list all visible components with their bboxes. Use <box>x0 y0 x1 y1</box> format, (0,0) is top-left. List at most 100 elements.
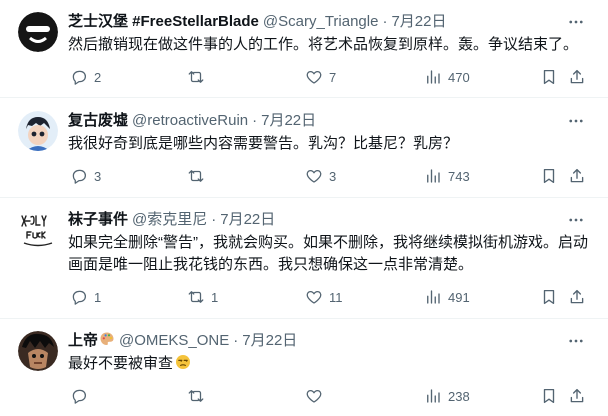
like-count: 3 <box>329 168 337 184</box>
views-icon <box>427 389 440 403</box>
like-button[interactable] <box>305 385 329 407</box>
bookmark-button[interactable] <box>540 66 558 88</box>
author-name[interactable]: 上帝 <box>68 331 115 351</box>
retweet-icon <box>188 71 204 83</box>
retweet-button[interactable] <box>187 165 211 187</box>
like-button[interactable]: 3 <box>305 165 336 187</box>
tweet[interactable]: 上帝 @OMEKS_ONE · 7月22日 最好不要被审查 238 <box>0 319 608 416</box>
tweet-text: 最好不要被审查 <box>68 355 174 372</box>
author-handle[interactable]: @Scary_Triangle <box>263 12 379 32</box>
avatar[interactable] <box>18 210 58 250</box>
retweet-icon <box>188 291 204 303</box>
tweet-actions: 2 7 470 <box>62 66 596 88</box>
share-icon <box>570 289 584 304</box>
like-button[interactable]: 7 <box>305 66 336 88</box>
tweet-date[interactable]: 7月22日 <box>220 210 275 230</box>
reply-count: 3 <box>94 168 102 184</box>
more-icon[interactable] <box>566 210 586 230</box>
bookmark-button[interactable] <box>540 286 558 308</box>
tweet-actions: 3 3 743 <box>62 165 596 187</box>
tweet-date[interactable]: 7月22日 <box>261 111 316 131</box>
more-icon[interactable] <box>566 12 586 32</box>
tweet[interactable]: 袜子事件 @索克里尼 · 7月22日 如果完全删除“警告”，我就会购买。如果不删… <box>0 198 608 318</box>
retweet-button[interactable] <box>187 385 211 407</box>
avatar-image <box>18 210 58 250</box>
bookmark-button[interactable] <box>540 385 558 407</box>
avatar-image <box>18 12 58 52</box>
reply-button[interactable]: 3 <box>70 165 101 187</box>
tweet-header: 芝士汉堡 #FreeStellarBlade @Scary_Triangle ·… <box>68 12 446 32</box>
views-count: 238 <box>448 388 470 404</box>
separator-dot: · <box>382 13 388 30</box>
reply-button[interactable]: 1 <box>70 286 101 308</box>
reply-icon <box>72 70 87 85</box>
separator-dot: · <box>211 211 217 228</box>
tweet-text-container: 最好不要被审查 <box>68 353 588 375</box>
bookmark-icon <box>543 168 555 184</box>
views-count: 491 <box>448 289 470 305</box>
tweet-date[interactable]: 7月22日 <box>391 12 446 32</box>
reply-button[interactable] <box>70 385 94 407</box>
tweet-header: 袜子事件 @索克里尼 · 7月22日 <box>68 210 275 230</box>
share-button[interactable] <box>568 165 586 187</box>
retweet-button[interactable] <box>187 66 211 88</box>
share-button[interactable] <box>568 66 586 88</box>
tweet-text: 然后撤销现在做这件事的人的工作。将艺术品恢复到原样。轰。争议结束了。 <box>68 36 579 53</box>
author-handle[interactable]: @索克里尼 <box>132 210 207 230</box>
tweet-text: 如果完全删除“警告”，我就会购买。如果不删除，我将继续模拟街机游戏。启动画面是唯… <box>68 234 588 273</box>
avatar[interactable] <box>18 331 58 371</box>
reply-button[interactable]: 2 <box>70 66 101 88</box>
more-icon[interactable] <box>566 111 586 131</box>
views-button[interactable]: 470 <box>424 66 470 88</box>
views-count: 470 <box>448 69 470 85</box>
avatar-image <box>18 111 58 151</box>
tweet[interactable]: 复古废墟 @retroactiveRuin · 7月22日 我很好奇到底是哪些内… <box>0 98 608 197</box>
reply-icon <box>72 169 87 184</box>
author-handle[interactable]: @retroactiveRuin <box>132 111 248 131</box>
share-button[interactable] <box>568 286 586 308</box>
heart-icon <box>306 389 322 403</box>
views-button[interactable]: 238 <box>424 385 470 407</box>
reply-icon <box>72 290 87 305</box>
tweet[interactable]: 芝士汉堡 #FreeStellarBlade @Scary_Triangle ·… <box>0 0 608 97</box>
retweet-count: 1 <box>211 289 219 305</box>
retweet-icon <box>188 390 204 402</box>
bookmark-icon <box>543 289 555 305</box>
bookmark-button[interactable] <box>540 165 558 187</box>
heart-icon <box>306 169 322 183</box>
author-handle[interactable]: @OMEKS_ONE <box>119 331 229 351</box>
reply-count: 2 <box>94 69 102 85</box>
author-name-text: 上帝 <box>68 332 99 349</box>
share-button[interactable] <box>568 385 586 407</box>
share-icon <box>570 69 584 84</box>
tweet-date[interactable]: 7月22日 <box>242 331 297 351</box>
bookmark-icon <box>543 388 555 404</box>
bookmark-icon <box>543 69 555 85</box>
views-button[interactable]: 491 <box>424 286 470 308</box>
avatar[interactable] <box>18 111 58 151</box>
author-name[interactable]: 复古废墟 <box>68 111 128 131</box>
avatar-image <box>18 331 58 371</box>
reply-count: 1 <box>94 289 102 305</box>
share-icon <box>570 168 584 183</box>
views-icon <box>427 290 440 304</box>
tweet-actions: 1 1 11 491 <box>62 286 596 308</box>
heart-icon <box>306 290 322 304</box>
views-button[interactable]: 743 <box>424 165 470 187</box>
views-count: 743 <box>448 168 470 184</box>
views-icon <box>427 169 440 183</box>
like-button[interactable]: 11 <box>305 286 343 308</box>
avatar[interactable] <box>18 12 58 52</box>
author-name[interactable]: 芝士汉堡 #FreeStellarBlade <box>68 12 259 32</box>
unamused-face-emoji-icon <box>176 355 191 369</box>
like-count: 7 <box>329 69 337 85</box>
separator-dot: · <box>252 112 258 129</box>
retweet-button[interactable]: 1 <box>187 286 218 308</box>
reply-icon <box>72 389 87 404</box>
author-name[interactable]: 袜子事件 <box>68 210 128 230</box>
tweet-actions: 238 <box>62 385 596 407</box>
like-count: 11 <box>329 289 343 305</box>
tweet-header: 上帝 @OMEKS_ONE · 7月22日 <box>68 331 297 351</box>
tweet-header: 复古废墟 @retroactiveRuin · 7月22日 <box>68 111 316 131</box>
more-icon[interactable] <box>566 331 586 351</box>
